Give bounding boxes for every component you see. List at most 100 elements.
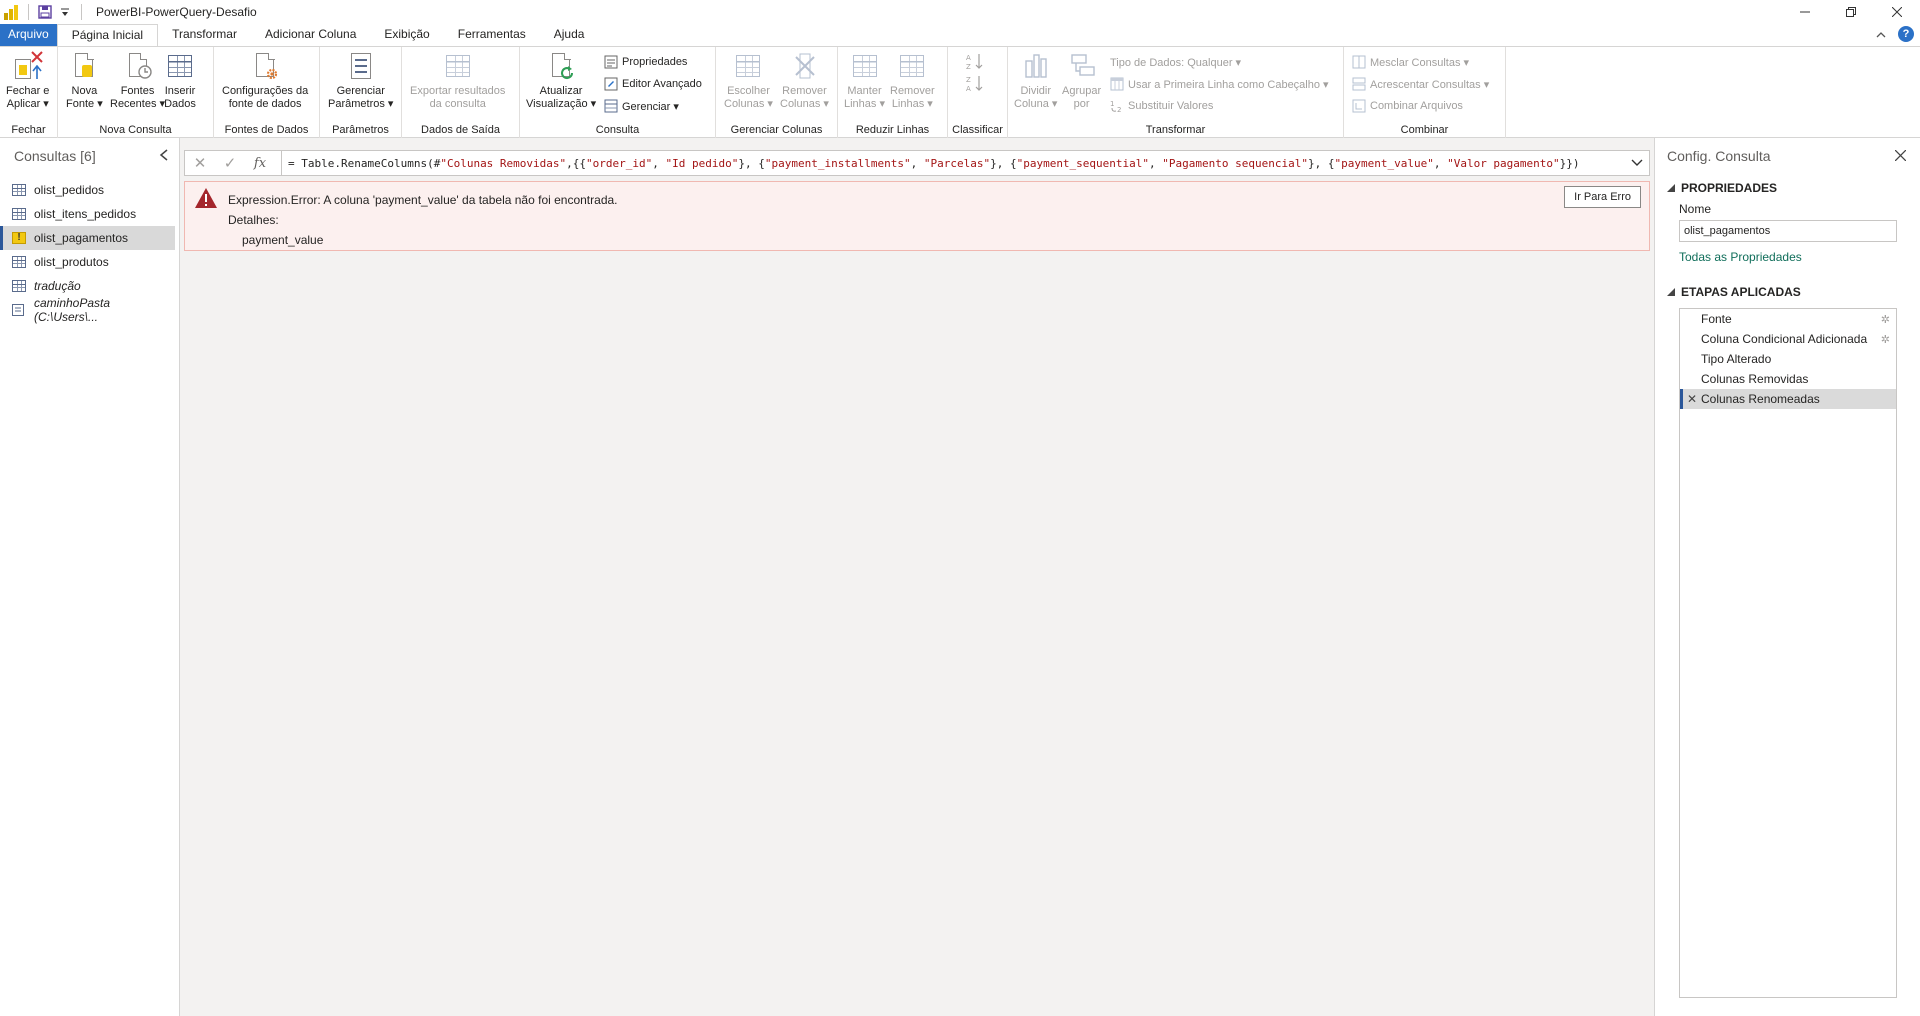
query-item-olist-produtos[interactable]: olist_produtos	[0, 250, 175, 274]
replace-values-button[interactable]: 12 Substituir Valores	[1110, 97, 1213, 115]
use-first-row-headers-button[interactable]: Usar a Primeira Linha como Cabeçalho ▾	[1110, 75, 1329, 93]
append-queries-button[interactable]: Acrescentar Consultas ▾	[1352, 75, 1489, 93]
commit-formula-icon[interactable]: ✓	[215, 154, 245, 172]
sort-descending-button[interactable]: ZA	[966, 75, 984, 93]
step-label: Tipo Alterado	[1701, 352, 1772, 366]
data-source-settings-label-2: fonte de dados	[228, 98, 302, 110]
formula-string: "Valor pagamento"	[1447, 156, 1560, 170]
group-label-nova-consulta: Nova Consulta	[99, 124, 172, 136]
first-row-headers-icon	[1110, 77, 1124, 91]
go-to-error-button[interactable]: Ir Para Erro	[1564, 186, 1641, 208]
first-row-headers-label: Usar a Primeira Linha como Cabeçalho ▾	[1128, 78, 1329, 91]
query-label: tradução	[34, 279, 81, 293]
advanced-editor-button[interactable]: Editor Avançado	[604, 75, 702, 93]
manage-parameters-button[interactable]: Gerenciar Parâmetros ▾	[328, 51, 393, 111]
choose-columns-button[interactable]: Escolher Colunas ▾	[724, 51, 773, 111]
formula-input[interactable]: = Table.RenameColumns(#"Colunas Removida…	[288, 157, 1625, 170]
tab-transformar[interactable]: Transformar	[158, 24, 251, 46]
step-coluna-condicional[interactable]: Coluna Condicional Adicionada ✲	[1680, 329, 1896, 349]
manage-query-button[interactable]: Gerenciar ▾	[604, 97, 679, 115]
tab-exibicao[interactable]: Exibição	[370, 24, 443, 46]
query-item-traducao[interactable]: tradução	[0, 274, 175, 298]
parameter-icon	[12, 304, 26, 316]
tab-arquivo[interactable]: Arquivo	[0, 24, 57, 46]
recent-sources-button[interactable]: Fontes Recentes ▾	[110, 51, 165, 111]
group-by-button[interactable]: Agrupar por	[1062, 51, 1101, 111]
save-icon[interactable]	[37, 4, 53, 20]
table-icon	[12, 280, 26, 292]
manage-parameters-label-2: Parâmetros ▾	[328, 98, 394, 110]
merge-queries-button[interactable]: Mesclar Consultas ▾	[1352, 53, 1469, 71]
choose-columns-label-2: Colunas ▾	[724, 98, 773, 110]
enter-data-button[interactable]: Inserir Dados	[164, 51, 196, 111]
minimize-button[interactable]	[1782, 0, 1828, 24]
table-icon	[12, 184, 26, 196]
collapse-queries-icon[interactable]	[159, 148, 169, 164]
close-window-button[interactable]	[1874, 0, 1920, 24]
new-source-button[interactable]: Nova Fonte ▾	[66, 51, 103, 111]
group-label-transformar: Transformar	[1145, 124, 1206, 136]
error-details-label: Detalhes:	[228, 213, 279, 227]
remove-columns-button[interactable]: Remover Colunas ▾	[780, 51, 829, 111]
gear-icon[interactable]: ✲	[1881, 313, 1890, 326]
step-tipo-alterado[interactable]: Tipo Alterado	[1680, 349, 1896, 369]
tab-ferramentas[interactable]: Ferramentas	[444, 24, 540, 46]
formula-string: "payment_value"	[1334, 156, 1434, 170]
collapse-ribbon-icon[interactable]	[1876, 27, 1886, 41]
combine-files-button[interactable]: Combinar Arquivos	[1352, 97, 1463, 115]
gear-icon[interactable]: ✲	[1881, 333, 1890, 346]
enter-data-label-1: Inserir	[164, 85, 196, 97]
help-icon[interactable]: ?	[1898, 26, 1914, 42]
applied-steps-section[interactable]: ETAPAS APLICADAS	[1655, 282, 1920, 302]
close-apply-button[interactable]: Fechar e Aplicar ▾	[6, 51, 49, 111]
split-column-button[interactable]: Dividir Coluna ▾	[1014, 51, 1057, 111]
query-item-caminho-pasta[interactable]: caminhoPasta (C:\Users\...	[0, 296, 175, 324]
formula-token: }})	[1559, 156, 1580, 170]
close-apply-label-2: Aplicar ▾	[6, 98, 49, 110]
remove-rows-button[interactable]: Remover Linhas ▾	[890, 51, 935, 111]
quick-access-dropdown-icon[interactable]	[57, 4, 73, 20]
step-colunas-renomeadas[interactable]: ✕ Colunas Renomeadas	[1680, 389, 1896, 409]
tab-ajuda[interactable]: Ajuda	[540, 24, 599, 46]
sort-ascending-button[interactable]: AZ	[966, 53, 984, 71]
refresh-preview-button[interactable]: Atualizar Visualização ▾	[526, 51, 596, 111]
formula-token: }, {	[990, 156, 1017, 170]
restore-button[interactable]	[1828, 0, 1874, 24]
group-fontes-dados: Configurações da fonte de dados Fontes d…	[214, 47, 320, 138]
properties-button[interactable]: Propriedades	[604, 53, 687, 71]
cancel-formula-icon[interactable]: ✕	[185, 154, 215, 172]
split-column-icon	[1020, 51, 1052, 83]
group-by-label-1: Agrupar	[1062, 85, 1102, 97]
formula-string: "Pagamento sequencial"	[1162, 156, 1308, 170]
export-results-button[interactable]: Exportar resultados da consulta	[410, 51, 505, 111]
keep-rows-label-1: Manter	[847, 85, 882, 97]
query-item-olist-itens-pedidos[interactable]: olist_itens_pedidos	[0, 202, 175, 226]
query-label: olist_pedidos	[34, 183, 105, 197]
group-fechar: Fechar e Aplicar ▾ Fechar	[0, 47, 58, 138]
tab-adicionar-coluna[interactable]: Adicionar Coluna	[251, 24, 370, 46]
data-source-settings-button[interactable]: Configurações da fonte de dados	[222, 51, 308, 111]
data-type-dropdown[interactable]: Tipo de Dados: Qualquer ▾	[1110, 53, 1241, 71]
replace-values-icon: 12	[1110, 99, 1124, 114]
formula-token: }, {	[1307, 156, 1335, 170]
svg-text:Z: Z	[966, 76, 971, 84]
step-label: Fonte	[1701, 312, 1732, 326]
new-source-icon	[68, 51, 100, 83]
step-colunas-removidas[interactable]: Colunas Removidas	[1680, 369, 1896, 389]
formula-string: "Parcelas"	[923, 156, 991, 170]
append-queries-label: Acrescentar Consultas ▾	[1370, 78, 1490, 91]
query-item-olist-pagamentos[interactable]: ! olist_pagamentos	[0, 226, 175, 250]
all-properties-link[interactable]: Todas as Propriedades	[1655, 250, 1920, 264]
query-name-input[interactable]: olist_pagamentos	[1679, 220, 1897, 242]
delete-step-icon[interactable]: ✕	[1687, 392, 1697, 406]
tab-pagina-inicial[interactable]: Página Inicial	[56, 24, 159, 46]
close-settings-icon[interactable]	[1894, 148, 1907, 164]
step-fonte[interactable]: Fonte ✲	[1680, 309, 1896, 329]
manage-query-icon	[604, 99, 618, 113]
refresh-preview-label-2: Visualização ▾	[526, 98, 597, 110]
query-item-olist-pedidos[interactable]: olist_pedidos	[0, 178, 175, 202]
properties-section[interactable]: PROPRIEDADES	[1655, 178, 1920, 198]
expand-formula-icon[interactable]	[1625, 156, 1649, 170]
keep-rows-button[interactable]: Manter Linhas ▾	[844, 51, 885, 111]
sort-descending-icon: ZA	[966, 74, 984, 95]
